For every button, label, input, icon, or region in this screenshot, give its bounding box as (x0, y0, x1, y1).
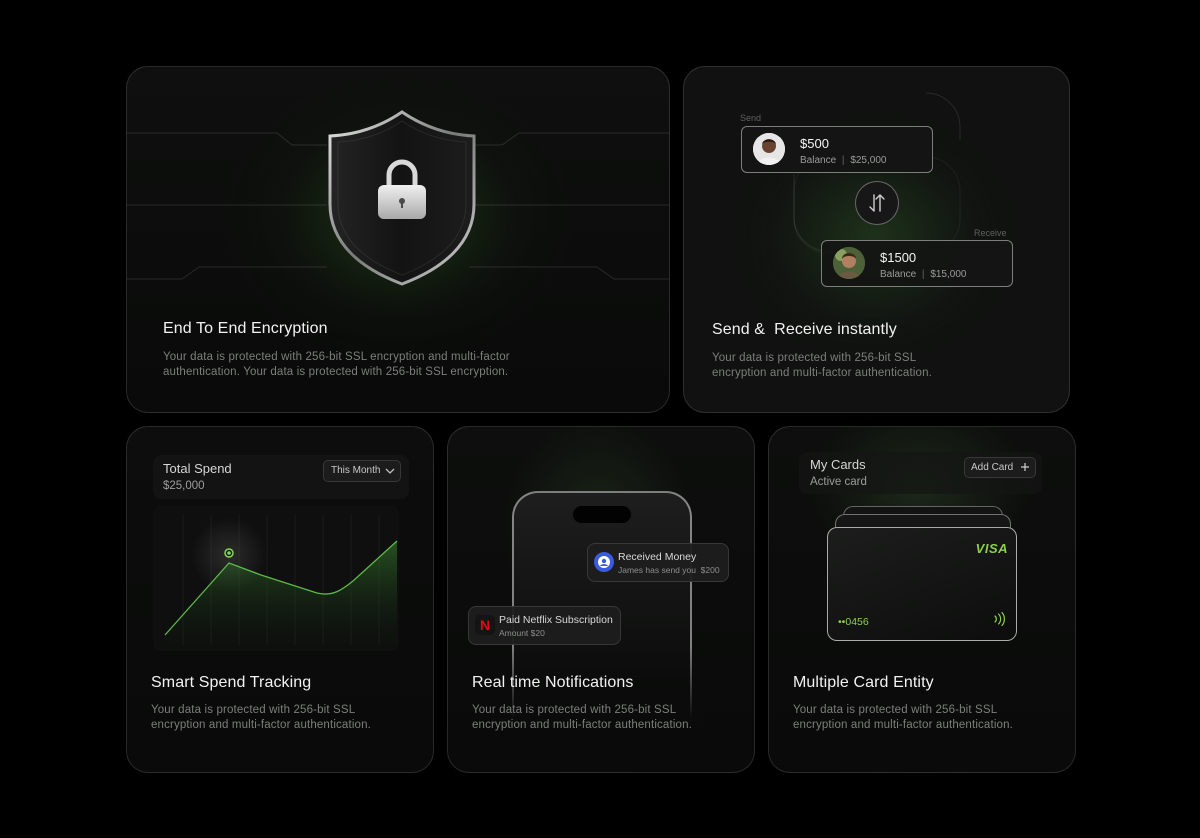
my-cards-label: My Cards (810, 457, 866, 472)
spend-description: Your data is protected with 256-bit SSL … (151, 704, 371, 731)
transfer-card: Send $500 Balance | $25,000 Receive $150… (683, 66, 1070, 413)
cards-header: My Cards Active card Add Card (799, 452, 1042, 494)
receive-balance: Balance | $15,000 (880, 269, 966, 280)
receive-balance-value: $15,000 (930, 269, 967, 280)
period-select-label: This Month (331, 465, 381, 476)
receive-panel[interactable]: $1500 Balance | $15,000 (821, 240, 1013, 287)
send-balance-label: Balance (800, 155, 837, 166)
notification-title: Paid Netflix Subscription (499, 614, 613, 626)
spend-chart (153, 505, 399, 651)
shield-lock-icon (328, 110, 476, 286)
netflix-icon-letter: N (479, 617, 491, 633)
notifications-card: Received Money James has send you $200 N… (447, 426, 755, 773)
send-amount: $500 (800, 136, 829, 151)
period-select[interactable]: This Month (323, 460, 401, 482)
balance-divider: | (921, 269, 925, 280)
phone-notch (573, 506, 631, 523)
notification-title: Received Money (618, 551, 697, 563)
cards-card: My Cards Active card Add Card VISA ••045… (768, 426, 1076, 773)
card-number: ••0456 (838, 616, 869, 628)
card-brand: VISA (975, 541, 1008, 556)
add-card-button[interactable]: Add Card (964, 457, 1036, 478)
spend-card: Total Spend $25,000 This Month Smart Spe… (126, 426, 434, 773)
encryption-title: End To End Encryption (163, 320, 328, 337)
cards-title: Multiple Card Entity (793, 674, 934, 691)
receiver-avatar (833, 247, 865, 279)
send-label: Send (740, 113, 762, 123)
notification-subtitle: James has send you $200 (618, 565, 720, 575)
total-spend-label: Total Spend (163, 461, 232, 476)
total-spend-value: $25,000 (163, 480, 205, 492)
cards-description: Your data is protected with 256-bit SSL … (793, 704, 1013, 731)
spend-header: Total Spend $25,000 This Month (153, 455, 409, 499)
receive-amount: $1500 (880, 250, 917, 265)
spend-title: Smart Spend Tracking (151, 674, 312, 691)
sender-avatar (753, 133, 785, 165)
notifications-title: Real time Notifications (472, 674, 634, 691)
send-panel[interactable]: $500 Balance | $25,000 (741, 126, 933, 173)
transfer-description: Your data is protected with 256-bit SSL … (712, 352, 932, 379)
netflix-icon: N (475, 615, 495, 635)
notification-received-money[interactable]: Received Money James has send you $200 (587, 543, 729, 582)
receive-balance-label: Balance (880, 269, 917, 280)
balance-divider: | (841, 155, 845, 166)
notification-netflix[interactable]: N Paid Netflix Subscription Amount $20 (468, 606, 621, 645)
swap-arrows-icon (869, 194, 885, 212)
notification-subtitle: Amount $20 (499, 628, 545, 638)
notifications-description: Your data is protected with 256-bit SSL … (472, 704, 692, 731)
add-card-label: Add Card (971, 462, 1014, 473)
encryption-description: Your data is protected with 256-bit SSL … (163, 351, 510, 378)
active-card-label: Active card (810, 476, 867, 488)
swap-button[interactable] (855, 181, 899, 225)
user-circle-icon (594, 552, 614, 572)
send-balance-value: $25,000 (850, 155, 887, 166)
receive-label: Receive (974, 228, 1007, 238)
payment-card[interactable]: VISA ••0456 (827, 527, 1017, 641)
encryption-card: End To End Encryption Your data is prote… (126, 66, 670, 413)
send-balance: Balance | $25,000 (800, 155, 886, 166)
chevron-down-icon (385, 468, 395, 474)
contactless-icon (994, 612, 1005, 626)
plus-icon (1021, 463, 1029, 471)
transfer-title: Send & Receive instantly (712, 321, 897, 338)
